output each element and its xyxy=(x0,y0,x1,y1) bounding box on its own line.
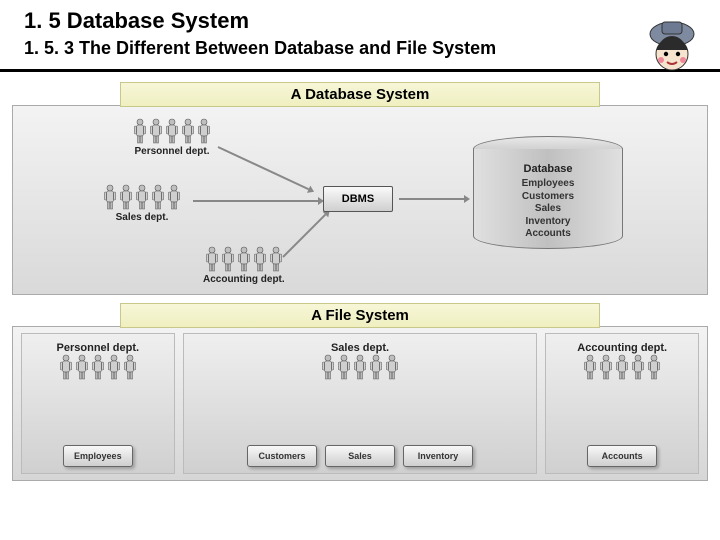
database-item: Sales xyxy=(535,203,561,215)
database-item: Inventory xyxy=(525,216,570,228)
page-subtitle: 1. 5. 3 The Different Between Database a… xyxy=(24,38,696,59)
arrow-icon xyxy=(218,146,309,190)
page-title: 1. 5 Database System xyxy=(24,8,696,34)
database-item: Customers xyxy=(522,191,574,203)
people-icon xyxy=(203,246,285,272)
people-icon xyxy=(59,354,137,380)
database-item: Accounts xyxy=(525,228,571,240)
people-icon xyxy=(133,118,211,144)
database-cylinder: Database Employees Customers Sales Inven… xyxy=(473,136,623,266)
resource-box: Customers xyxy=(247,445,317,467)
database-item: Employees xyxy=(522,178,575,190)
db-section-title: A Database System xyxy=(120,82,600,107)
arrow-icon xyxy=(282,214,326,258)
people-icon xyxy=(321,354,399,380)
people-icon xyxy=(103,184,181,210)
arrow-icon xyxy=(399,198,464,200)
fs-col-accounting: Accounting dept. Accounts xyxy=(545,333,699,474)
dept-label: Personnel dept. xyxy=(133,146,211,157)
database-title: Database xyxy=(524,163,573,175)
dept-label: Accounting dept. xyxy=(577,342,667,354)
fs-col-sales: Sales dept. Customers Sales Inventory xyxy=(183,333,538,474)
resource-box: Accounts xyxy=(587,445,657,467)
arrow-icon xyxy=(193,200,318,202)
dept-personnel: Personnel dept. xyxy=(133,118,211,157)
dbms-box: DBMS xyxy=(323,186,393,212)
people-icon xyxy=(583,354,661,380)
dept-label: Accounting dept. xyxy=(203,274,285,285)
mascot-icon xyxy=(642,16,702,76)
dept-label: Sales dept. xyxy=(331,342,389,354)
resource-box: Employees xyxy=(63,445,133,467)
fs-section-title: A File System xyxy=(120,303,600,328)
dept-label: Sales dept. xyxy=(103,212,181,223)
dept-sales: Sales dept. xyxy=(103,184,181,223)
fs-col-personnel: Personnel dept. Employees xyxy=(21,333,175,474)
resource-box: Inventory xyxy=(403,445,473,467)
dept-accounting: Accounting dept. xyxy=(203,246,285,285)
resource-box: Sales xyxy=(325,445,395,467)
dept-label: Personnel dept. xyxy=(57,342,140,354)
database-system-panel: Personnel dept. Sales dept. Accounting d… xyxy=(12,105,708,295)
file-system-panel: Personnel dept. Employees Sales dept. Cu… xyxy=(12,326,708,481)
